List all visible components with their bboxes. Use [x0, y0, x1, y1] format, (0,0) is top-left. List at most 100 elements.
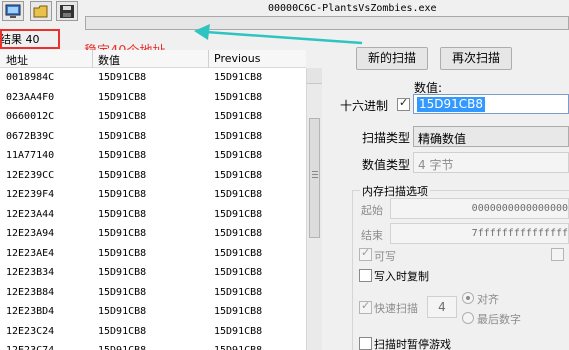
cell-previous: 15D91CB8 — [214, 208, 263, 220]
cell-previous: 15D91CB8 — [214, 345, 262, 350]
cell-value: 15D91CB8 — [98, 208, 147, 220]
open-file-button[interactable] — [30, 1, 52, 21]
cell-previous: 15D91CB8 — [214, 150, 263, 161]
end-label: 结束 — [361, 229, 383, 242]
pause-game-label: 扫描时暂停游戏 — [374, 338, 451, 350]
pause-game-checkbox[interactable] — [359, 337, 372, 350]
table-row[interactable]: 12E23BD4 15D91CB8 15D91CB8 — [0, 302, 306, 322]
table-row[interactable]: 11A77140 15D91CB8 15D91CB8 — [0, 146, 306, 166]
cell-previous: 15D91CB8 — [214, 169, 263, 181]
cell-value: 15D91CB8 — [98, 111, 147, 122]
column-value[interactable]: 数值 — [98, 52, 120, 68]
table-row[interactable]: 0660012C 15D91CB8 15D91CB8 — [0, 107, 306, 127]
last-digits-radio[interactable] — [462, 312, 474, 324]
memory-scan-options-title: 内存扫描选项 — [360, 183, 430, 199]
table-row[interactable]: 12E23B34 15D91CB8 15D91CB8 — [0, 263, 306, 283]
cell-value: 15D91CB8 — [98, 267, 147, 278]
cell-value: 15D91CB8 — [98, 325, 147, 337]
start-label: 起始 — [361, 204, 383, 217]
column-divider[interactable] — [208, 50, 209, 68]
writable-label: 可写 — [374, 250, 396, 263]
cell-address: 12E23B84 — [6, 286, 55, 298]
writable-checkbox[interactable] — [359, 246, 372, 261]
scroll-up-button[interactable] — [307, 68, 323, 84]
scan-value-text: 15D91CB8 — [417, 97, 486, 112]
cell-address: 12E23AE4 — [6, 247, 55, 259]
cell-previous: 15D91CB8 — [214, 325, 263, 337]
cell-address: 0660012C — [6, 111, 55, 122]
fast-scan-checkbox[interactable] — [359, 299, 372, 314]
value-type-select[interactable]: 4 字节 — [413, 152, 569, 173]
table-row[interactable]: 0018984C 15D91CB8 15D91CB8 — [0, 68, 306, 88]
cell-address: 12E23B34 — [6, 267, 55, 278]
scan-value-input[interactable]: 15D91CB8 — [413, 94, 569, 114]
cell-value: 15D91CB8 — [98, 91, 147, 103]
save-icon — [57, 4, 77, 19]
computer-icon — [3, 4, 23, 19]
cell-previous: 15D91CB8 — [214, 306, 263, 317]
column-address[interactable]: 地址 — [6, 52, 28, 68]
cell-address: 12E23C24 — [6, 325, 55, 337]
results-scrollbar[interactable] — [306, 68, 323, 350]
column-divider[interactable] — [92, 50, 93, 68]
annotation-highlight-box — [0, 29, 60, 49]
cell-value: 15D91CB8 — [98, 189, 147, 200]
align-label: 对齐 — [477, 293, 499, 306]
cell-address: 12E23BD4 — [6, 306, 55, 317]
cell-value: 15D91CB8 — [98, 72, 147, 83]
table-row[interactable]: 12E23C24 15D91CB8 15D91CB8 — [0, 322, 306, 342]
fast-scan-label: 快速扫描 — [374, 302, 418, 315]
results-list[interactable]: 0018984C 15D91CB8 15D91CB8 023AA4F0 15D91CB8… — [0, 68, 306, 350]
end-address-input[interactable]: 7fffffffffffffff — [390, 223, 569, 244]
scan-type-select[interactable]: 精确数值 — [413, 126, 569, 147]
table-row[interactable]: 12E23A44 15D91CB8 15D91CB8 — [0, 205, 306, 225]
select-process-button[interactable] — [2, 1, 24, 21]
cell-value: 15D91CB8 — [98, 228, 147, 239]
cell-previous: 15D91CB8 — [214, 247, 263, 259]
align-radio[interactable] — [462, 292, 474, 304]
next-scan-button[interactable]: 再次扫描 — [440, 47, 512, 70]
cell-address: 0018984C — [6, 72, 55, 83]
cell-value: 15D91CB8 — [98, 345, 146, 350]
cell-previous: 15D91CB8 — [214, 111, 263, 122]
start-address-input[interactable]: 0000000000000000 — [390, 198, 569, 219]
table-row[interactable]: 023AA4F0 15D91CB8 15D91CB8 — [0, 88, 306, 108]
hex-checkbox[interactable] — [397, 96, 410, 111]
hex-label: 十六进制 — [340, 99, 389, 113]
scan-progress-bar — [85, 16, 569, 30]
toolbar: 00000C6C-PlantsVsZombies.exe — [0, 0, 569, 30]
cell-address: 12E23A94 — [6, 228, 55, 239]
executable-checkbox[interactable] — [551, 248, 564, 261]
cell-address: 12E239F4 — [6, 189, 55, 200]
table-row[interactable]: 12E23AE4 15D91CB8 15D91CB8 — [0, 244, 306, 264]
scan-type-label: 扫描类型 — [362, 131, 411, 145]
table-row[interactable]: 12E23A94 15D91CB8 15D91CB8 — [0, 224, 306, 244]
cell-address: 023AA4F0 — [6, 91, 55, 103]
cell-value: 15D91CB8 — [98, 286, 147, 298]
cell-address: 12E23A44 — [6, 208, 55, 220]
scan-type-value: 精确数值 — [418, 132, 467, 146]
fast-scan-alignment-input[interactable]: 4 — [427, 296, 457, 318]
table-row[interactable]: 12E23B84 15D91CB8 15D91CB8 — [0, 283, 306, 303]
table-row[interactable]: 12E239F4 15D91CB8 15D91CB8 — [0, 185, 306, 205]
cell-value: 15D91CB8 — [98, 150, 147, 161]
cell-previous: 15D91CB8 — [214, 189, 263, 200]
save-button[interactable] — [56, 1, 78, 21]
cell-address: 12E239CC — [6, 169, 55, 181]
cell-address: 11A77140 — [6, 150, 55, 161]
cell-value: 15D91CB8 — [98, 130, 147, 142]
table-row[interactable]: 12E239CC 15D91CB8 15D91CB8 — [0, 166, 306, 186]
table-row[interactable]: 0672B39C 15D91CB8 15D91CB8 — [0, 127, 306, 147]
panel-splitter[interactable] — [322, 50, 352, 350]
process-title: 00000C6C-PlantsVsZombies.exe — [268, 3, 437, 14]
last-digits-label: 最后数字 — [477, 313, 521, 326]
value-type-value: 4 字节 — [418, 158, 454, 172]
table-row[interactable]: 12E23C74 15D91CB8 15D91CB8 — [0, 341, 306, 350]
cell-value: 15D91CB8 — [98, 169, 147, 181]
cell-previous: 15D91CB8 — [214, 130, 263, 142]
new-scan-button[interactable]: 新的扫描 — [356, 47, 428, 70]
scroll-thumb[interactable] — [309, 118, 320, 238]
column-previous[interactable]: Previous — [214, 52, 261, 65]
copy-on-write-checkbox[interactable] — [359, 269, 372, 282]
cell-address: 0672B39C — [6, 130, 55, 142]
